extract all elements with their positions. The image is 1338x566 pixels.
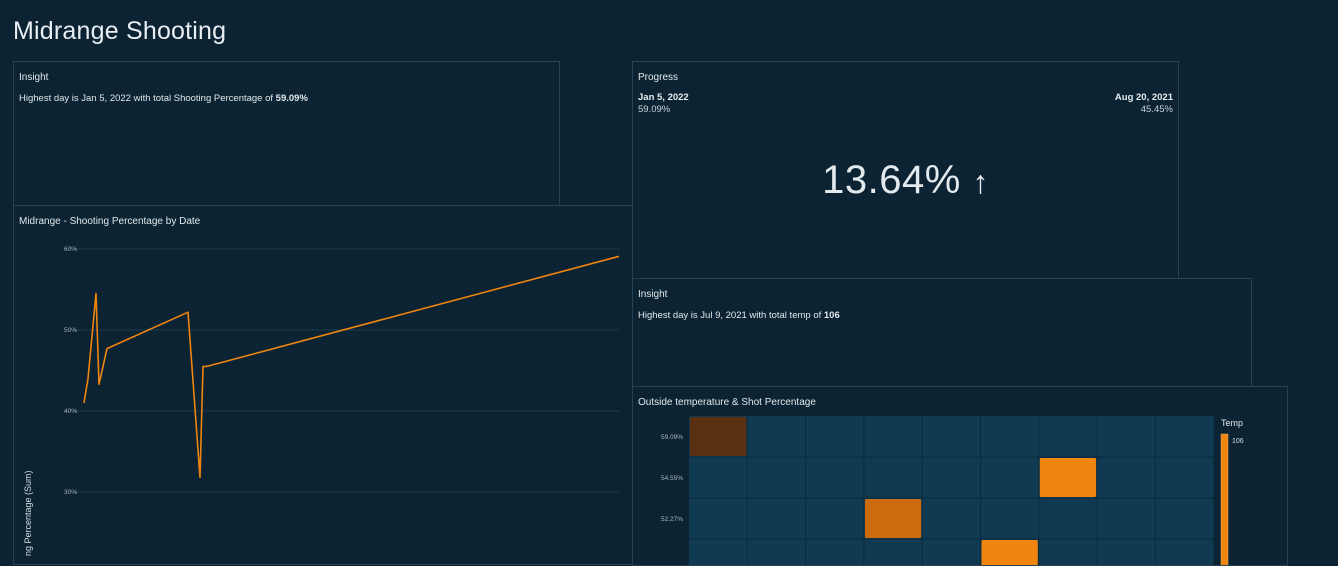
progress-card[interactable]: Progress Jan 5, 2022 59.09% Aug 20, 2021… [632,61,1179,281]
progress-kpi-value: 13.64% [822,158,961,202]
y-tick-label: 50% [64,327,77,334]
legend-gradient-bar[interactable] [1220,433,1229,566]
grid-lines [74,248,619,493]
insight-card-title: Insight [638,289,668,300]
heatmap-card[interactable]: Outside temperature & Shot Percentage 59… [632,386,1288,566]
line-chart-svg: 60% 50% 40% 30% ng Percentage (Sum) [23,246,620,556]
progress-card-title: Progress [638,72,679,83]
legend-max-label: 106 [1232,438,1244,445]
progress-start: Jan 5, 2022 59.09% [638,92,689,116]
heatmap-svg: 59.09% 54.55% 52.27% Temp 106 [661,416,1244,566]
progress-kpi: 13.64% ↑ [633,158,1178,203]
progress-end-value: 45.45% [1140,104,1173,115]
heatmap-grid[interactable] [689,416,1214,566]
progress-start-value: 59.09% [638,104,671,115]
line-series[interactable] [83,255,620,479]
y-tick-label: 30% [64,489,77,496]
heatmap-background [689,416,1214,565]
heatmap-row-label: 52.27% [661,516,683,523]
insight-card-title: Insight [19,72,49,83]
progress-start-date: Jan 5, 2022 [638,92,689,103]
y-axis-label: ng Percentage (Sum) [23,470,33,556]
insight-card-shooting[interactable]: Insight Highest day is Jan 5, 2022 with … [13,61,560,207]
heatmap-cell[interactable] [981,540,1038,566]
heatmap-row-label: 54.55% [661,475,683,482]
heatmap-cell[interactable] [690,417,747,456]
heatmap-row-label: 59.09% [661,434,683,441]
insight-text: Highest day is Jan 5, 2022 with total Sh… [19,93,308,104]
legend-title: Temp [1221,418,1243,428]
insight-text: Highest day is Jul 9, 2021 with total te… [638,310,840,321]
insight-value: 59.09% [275,93,308,104]
page-title: Midrange Shooting [13,17,227,45]
y-tick-label: 60% [64,246,77,253]
line-chart-card[interactable]: Midrange - Shooting Percentage by Date 6… [13,205,633,565]
insight-value: 106 [823,310,840,321]
arrow-up-icon: ↑ [972,164,989,200]
y-tick-label: 40% [64,408,77,415]
insight-card-temp[interactable]: Insight Highest day is Jul 9, 2021 with … [632,278,1252,390]
heatmap-cell[interactable] [864,499,922,538]
heatmap-cell[interactable] [1039,458,1097,497]
progress-end-date: Aug 20, 2021 [1114,92,1173,103]
progress-end: Aug 20, 2021 45.45% [1115,92,1173,116]
